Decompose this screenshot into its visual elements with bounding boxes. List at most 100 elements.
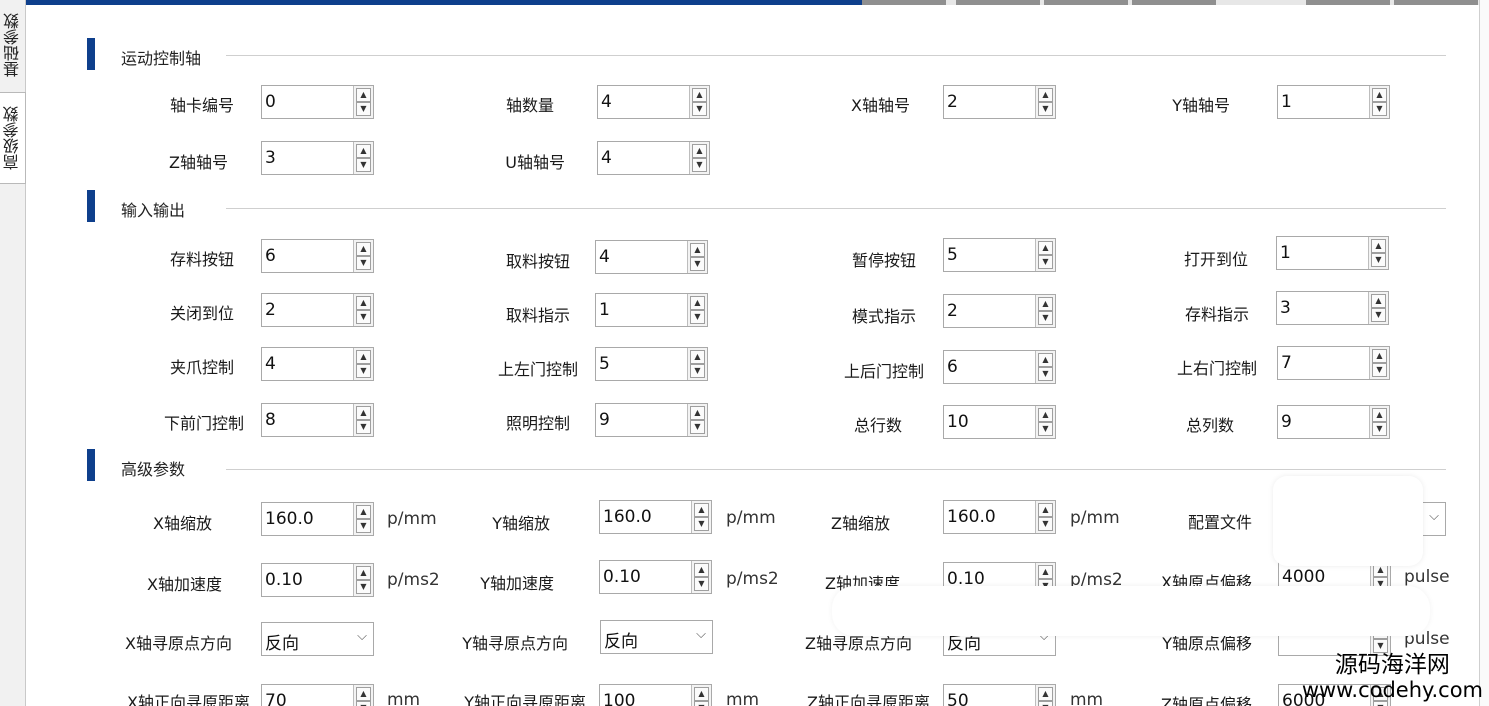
spin-down-icon[interactable]: ▼ bbox=[356, 580, 371, 594]
io-spinbox[interactable]: ▲▼ bbox=[595, 293, 708, 327]
spin-down-icon[interactable]: ▼ bbox=[356, 256, 371, 270]
axis-count-spinbox[interactable]: ▲▼ bbox=[597, 85, 710, 119]
spin-down-icon[interactable]: ▼ bbox=[1038, 255, 1053, 269]
spin-up-icon[interactable]: ▲ bbox=[692, 144, 707, 158]
top-tab[interactable] bbox=[1132, 0, 1216, 5]
spin-down-icon[interactable]: ▼ bbox=[1038, 311, 1053, 325]
spin-down-icon[interactable]: ▼ bbox=[356, 519, 371, 533]
x-axis-spinbox[interactable]: ▲▼ bbox=[943, 85, 1056, 119]
io-spinbox[interactable]: ▲▼ bbox=[261, 293, 374, 327]
y-scale-input[interactable] bbox=[600, 501, 692, 533]
x-pos-home-dist-spinbox[interactable]: ▲▼ bbox=[261, 684, 374, 706]
io-input[interactable] bbox=[596, 241, 688, 273]
io-input[interactable] bbox=[262, 240, 354, 272]
spin-up-icon[interactable]: ▲ bbox=[356, 242, 371, 256]
spin-up-icon[interactable]: ▲ bbox=[1038, 241, 1053, 255]
io-input[interactable] bbox=[944, 295, 1036, 327]
x-acc-input[interactable] bbox=[262, 564, 354, 596]
spin-down-icon[interactable]: ▼ bbox=[690, 310, 705, 324]
z-pos-home-dist-spinbox[interactable]: ▲▼ bbox=[943, 684, 1056, 706]
io-input[interactable] bbox=[944, 239, 1036, 271]
io-input[interactable] bbox=[262, 404, 354, 436]
spin-up-icon[interactable]: ▲ bbox=[356, 350, 371, 364]
io-input[interactable] bbox=[596, 294, 688, 326]
spin-up-icon[interactable]: ▲ bbox=[1038, 297, 1053, 311]
y-axis-input[interactable] bbox=[1278, 86, 1370, 118]
y-home-dir-select[interactable]: 反向 ⌵ bbox=[600, 620, 713, 654]
spin-down-icon[interactable]: ▼ bbox=[1373, 639, 1388, 653]
tab-basic-params[interactable]: 基础参数 bbox=[0, 0, 26, 90]
spin-up-icon[interactable]: ▲ bbox=[694, 687, 709, 701]
spin-down-icon[interactable]: ▼ bbox=[1372, 422, 1387, 436]
spin-up-icon[interactable]: ▲ bbox=[1371, 294, 1386, 308]
spin-up-icon[interactable]: ▲ bbox=[1038, 503, 1053, 517]
spin-down-icon[interactable]: ▼ bbox=[1038, 367, 1053, 381]
z-scale-input[interactable] bbox=[944, 501, 1036, 533]
y-axis-spinbox[interactable]: ▲▼ bbox=[1277, 85, 1390, 119]
io-spinbox[interactable]: ▲▼ bbox=[595, 240, 708, 274]
io-spinbox[interactable]: ▲▼ bbox=[1277, 405, 1390, 439]
u-axis-input[interactable] bbox=[598, 142, 690, 174]
spin-up-icon[interactable]: ▲ bbox=[356, 144, 371, 158]
spin-down-icon[interactable]: ▼ bbox=[1372, 102, 1387, 116]
spin-down-icon[interactable]: ▼ bbox=[692, 102, 707, 116]
spin-up-icon[interactable]: ▲ bbox=[1038, 687, 1053, 701]
spin-down-icon[interactable]: ▼ bbox=[1371, 308, 1386, 322]
z-axis-input[interactable] bbox=[262, 142, 354, 174]
x-acc-spinbox[interactable]: ▲▼ bbox=[261, 563, 374, 597]
spin-down-icon[interactable]: ▼ bbox=[692, 158, 707, 172]
top-tab[interactable] bbox=[1394, 0, 1478, 5]
spin-up-icon[interactable]: ▲ bbox=[694, 503, 709, 517]
spin-up-icon[interactable]: ▲ bbox=[356, 406, 371, 420]
x-scale-spinbox[interactable]: ▲▼ bbox=[261, 502, 374, 536]
spin-up-icon[interactable]: ▲ bbox=[690, 243, 705, 257]
spin-down-icon[interactable]: ▼ bbox=[694, 577, 709, 591]
io-spinbox[interactable]: ▲▼ bbox=[1277, 346, 1390, 380]
z-scale-spinbox[interactable]: ▲▼ bbox=[943, 500, 1056, 534]
top-tab[interactable] bbox=[1306, 0, 1390, 5]
io-spinbox[interactable]: ▲▼ bbox=[595, 347, 708, 381]
io-spinbox[interactable]: ▲▼ bbox=[595, 403, 708, 437]
io-input[interactable] bbox=[262, 348, 354, 380]
spin-up-icon[interactable]: ▲ bbox=[690, 296, 705, 310]
x-pos-home-dist-input[interactable] bbox=[262, 685, 354, 706]
y-acc-spinbox[interactable]: ▲▼ bbox=[599, 560, 712, 594]
tab-advanced-params[interactable]: 高级参数 bbox=[0, 92, 26, 184]
spin-down-icon[interactable]: ▼ bbox=[356, 701, 371, 706]
spin-up-icon[interactable]: ▲ bbox=[1038, 408, 1053, 422]
spin-up-icon[interactable]: ▲ bbox=[694, 563, 709, 577]
y-acc-input[interactable] bbox=[600, 561, 692, 593]
io-input[interactable] bbox=[1277, 237, 1369, 269]
z-axis-spinbox[interactable]: ▲▼ bbox=[261, 141, 374, 175]
io-input[interactable] bbox=[944, 406, 1036, 438]
io-input[interactable] bbox=[1277, 292, 1369, 324]
spin-down-icon[interactable]: ▼ bbox=[356, 158, 371, 172]
top-tab[interactable] bbox=[862, 0, 946, 5]
x-scale-input[interactable] bbox=[262, 503, 354, 535]
io-input[interactable] bbox=[596, 348, 688, 380]
io-input[interactable] bbox=[262, 294, 354, 326]
spin-down-icon[interactable]: ▼ bbox=[356, 364, 371, 378]
y-pos-home-dist-input[interactable] bbox=[600, 685, 692, 706]
io-spinbox[interactable]: ▲▼ bbox=[943, 294, 1056, 328]
spin-down-icon[interactable]: ▼ bbox=[690, 364, 705, 378]
spin-down-icon[interactable]: ▼ bbox=[1038, 422, 1053, 436]
y-scale-spinbox[interactable]: ▲▼ bbox=[599, 500, 712, 534]
spin-down-icon[interactable]: ▼ bbox=[690, 420, 705, 434]
io-spinbox[interactable]: ▲▼ bbox=[261, 403, 374, 437]
spin-up-icon[interactable]: ▲ bbox=[356, 296, 371, 310]
spin-down-icon[interactable]: ▼ bbox=[1038, 517, 1053, 531]
y-pos-home-dist-spinbox[interactable]: ▲▼ bbox=[599, 684, 712, 706]
spin-down-icon[interactable]: ▼ bbox=[356, 310, 371, 324]
io-spinbox[interactable]: ▲▼ bbox=[1276, 236, 1389, 270]
top-tab[interactable] bbox=[956, 0, 1040, 5]
spin-down-icon[interactable]: ▼ bbox=[356, 102, 371, 116]
spin-down-icon[interactable]: ▼ bbox=[690, 257, 705, 271]
spin-up-icon[interactable]: ▲ bbox=[1038, 88, 1053, 102]
spin-up-icon[interactable]: ▲ bbox=[356, 88, 371, 102]
spin-down-icon[interactable]: ▼ bbox=[694, 701, 709, 706]
spin-up-icon[interactable]: ▲ bbox=[1038, 353, 1053, 367]
spin-down-icon[interactable]: ▼ bbox=[1372, 363, 1387, 377]
spin-up-icon[interactable]: ▲ bbox=[356, 566, 371, 580]
spin-down-icon[interactable]: ▼ bbox=[356, 420, 371, 434]
